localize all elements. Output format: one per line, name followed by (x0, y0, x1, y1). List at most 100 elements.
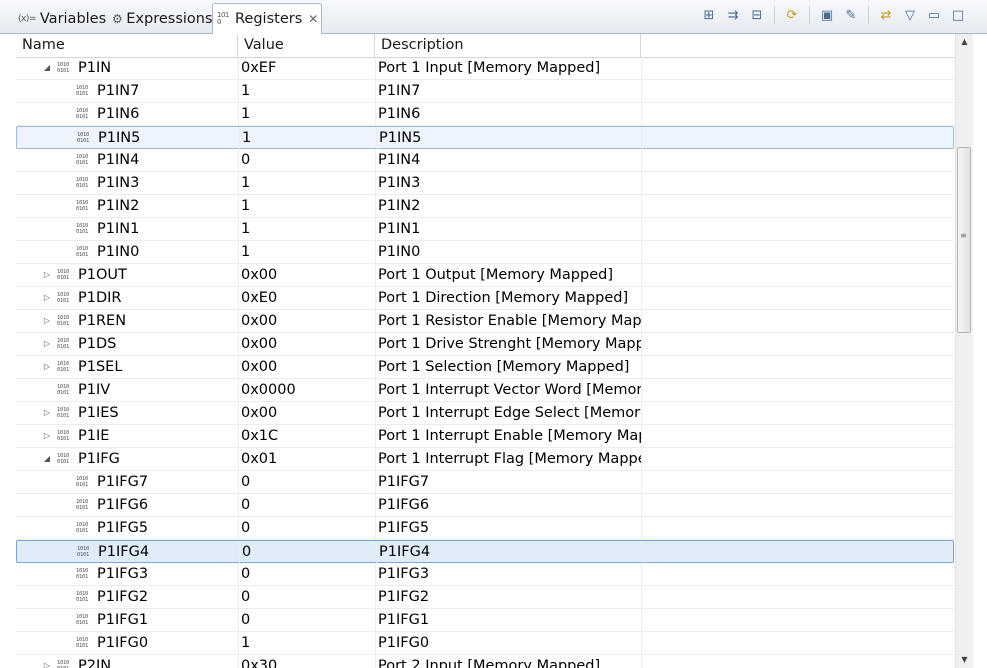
table-row[interactable]: 1010 0101 P1IN6 1 P1IN6 (16, 103, 954, 126)
name-cell: ▷ 1010 0101 P1REN (16, 310, 238, 332)
value-cell[interactable]: 0x00 (238, 264, 375, 286)
value-cell[interactable]: 0x00 (238, 402, 375, 424)
value-cell[interactable]: 0x00 (238, 310, 375, 332)
table-row[interactable]: 1010 0101 P1IFG3 0 P1IFG3 (16, 563, 954, 586)
table-row[interactable]: 1010 0101 P1IN2 1 P1IN2 (16, 195, 954, 218)
table-row[interactable]: ▷ 1010 0101 P1REN 0x00 Port 1 Resistor Enable… (16, 310, 954, 333)
add-group-icon[interactable]: ▣ (818, 6, 836, 24)
name-cell: 1010 0101 P1IFG2 (16, 586, 238, 608)
table-row[interactable]: ▷ 1010 0101 P1DS 0x00 Port 1 Drive Strenght [… (16, 333, 954, 356)
scroll-up-icon[interactable]: ▲ (956, 34, 973, 50)
value-cell[interactable]: 0xEF (238, 57, 375, 79)
registers-tree-table: Name Value Description ◢ 1010 0101 P1IN 0xEF… (16, 34, 956, 668)
value-cell[interactable]: 0 (238, 494, 375, 516)
register-name: P1SEL (78, 359, 123, 375)
value-cell[interactable]: 0 (238, 563, 375, 585)
value-cell[interactable]: 1 (238, 195, 375, 217)
table-row[interactable]: ◢ 1010 0101 P1IN 0xEF Port 1 Input [Memory Ma… (16, 57, 954, 80)
value-cell[interactable]: 0x0000 (238, 379, 375, 401)
value-cell[interactable]: 1 (238, 632, 375, 654)
value-cell[interactable]: 0 (238, 517, 375, 539)
name-cell: 1010 0101 P1IN6 (16, 103, 238, 125)
collapsed-arrow-icon[interactable]: ▷ (42, 264, 52, 286)
table-row[interactable]: 1010 0101 P1IFG5 0 P1IFG5 (16, 517, 954, 540)
value-cell[interactable]: 0 (238, 471, 375, 493)
value-cell[interactable]: 0 (238, 149, 375, 171)
table-row[interactable]: ▷ 1010 0101 P1OUT 0x00 Port 1 Output [Memory … (16, 264, 954, 287)
collapsed-arrow-icon[interactable]: ▷ (42, 310, 52, 332)
collapsed-arrow-icon[interactable]: ▷ (42, 655, 52, 668)
table-row[interactable]: 1010 0101 P1IN5 1 P1IN5 (16, 126, 954, 149)
table-row[interactable]: ▷ 10100101 P2IN 0x30Port 2 Input [Memory Ma… (16, 655, 954, 668)
table-row[interactable]: 1010 0101 P1IFG1 0 P1IFG1 (16, 609, 954, 632)
tab-expressions[interactable]: ⚙ Expressions (108, 4, 213, 33)
table-row[interactable]: ▷ 1010 0101 P1IES 0x00 Port 1 Interrupt Edge … (16, 402, 954, 425)
table-row[interactable]: 1010 0101 P1IN7 1 P1IN7 (16, 80, 954, 103)
table-row[interactable]: ▷ 1010 0101 P1DIR 0xE0 Port 1 Direction [Memo… (16, 287, 954, 310)
table-row[interactable]: 1010 0101 P1IN0 1 P1IN0 (16, 241, 954, 264)
table-row[interactable]: 1010 0101 P1IN1 1 P1IN1 (16, 218, 954, 241)
collapsed-arrow-icon[interactable]: ▷ (42, 333, 52, 355)
expanded-arrow-icon[interactable]: ◢ (42, 448, 52, 470)
table-row[interactable]: ◢ 1010 0101 P1IFG 0x01 Port 1 Interrupt Flag … (16, 448, 954, 471)
value-cell[interactable]: 0x00 (238, 356, 375, 378)
table-row[interactable]: 1010 0101 P1IFG0 1 P1IFG0 (16, 632, 954, 655)
close-tab-icon[interactable]: ✕ (308, 12, 318, 26)
value-cell[interactable]: 1 (238, 218, 375, 240)
show-register-icon[interactable]: ⇉ (724, 6, 742, 24)
collapsed-arrow-icon[interactable]: ▷ (42, 356, 52, 378)
value-cell[interactable]: 0x01 (238, 448, 375, 470)
tab-variables-label: Variables (39, 10, 107, 27)
value-cell[interactable]: 0 (238, 586, 375, 608)
table-row[interactable]: 1010 0101 P1IFG4 0 P1IFG4 (16, 540, 954, 563)
empty-cell (641, 632, 954, 654)
column-header-value[interactable]: Value (238, 34, 375, 57)
column-header-description[interactable]: Description (375, 34, 641, 57)
collapsed-arrow-icon[interactable]: ▷ (42, 287, 52, 309)
edit-group-icon[interactable]: ✎ (842, 6, 860, 24)
register-icon: 10100101 (57, 453, 70, 465)
refresh-icon[interactable]: ⟳ (783, 6, 801, 24)
table-row[interactable]: 1010 0101 P1IV 0x0000 Port 1 Interrupt Vecto… (16, 379, 954, 402)
table-row[interactable]: 1010 0101 P1IFG6 0 P1IFG6 (16, 494, 954, 517)
column-header-name[interactable]: Name (16, 34, 238, 57)
scrollbar-thumb[interactable] (957, 147, 971, 333)
scroll-down-icon[interactable]: ▼ (956, 652, 973, 668)
tab-variables[interactable]: (x)= Variables (14, 4, 106, 33)
empty-cell (641, 195, 954, 217)
register-name: P1IFG7 (97, 474, 149, 490)
value-cell[interactable]: 1 (238, 172, 375, 194)
expanded-arrow-icon[interactable]: ◢ (42, 57, 52, 79)
name-cell: ◢ 1010 0101 P1IFG (16, 448, 238, 470)
value-cell[interactable]: 0xE0 (238, 287, 375, 309)
value-cell[interactable]: 1 (239, 127, 376, 149)
sync-icon[interactable]: ⇄ (877, 6, 895, 24)
value-cell[interactable]: 1 (238, 103, 375, 125)
value-cell[interactable]: 0x00 (238, 333, 375, 355)
value-cell[interactable]: 0x30 (238, 655, 375, 668)
new-register-group-icon[interactable]: ⊞ (700, 6, 718, 24)
table-row[interactable]: 1010 0101 P1IFG2 0 P1IFG2 (16, 586, 954, 609)
value-cell[interactable]: 0 (239, 541, 376, 563)
scrollbar-grip-icon: ≡ (960, 231, 967, 240)
table-row[interactable]: ▷ 1010 0101 P1SEL 0x00 Port 1 Selection [Memo… (16, 356, 954, 379)
value-cell[interactable]: 1 (238, 80, 375, 102)
empty-cell (641, 241, 954, 263)
minimize-icon[interactable]: ▭ (925, 6, 943, 24)
table-row[interactable]: 1010 0101 P1IN4 0 P1IN4 (16, 149, 954, 172)
maximize-icon[interactable]: □ (949, 6, 967, 24)
collapsed-arrow-icon[interactable]: ▷ (42, 402, 52, 424)
vertical-scrollbar[interactable]: ▲ ≡ ▼ (955, 34, 973, 668)
description-cell: Port 1 Interrupt Edge Select [Memory ... (375, 402, 641, 424)
table-row[interactable]: 1010 0101 P1IFG7 0 P1IFG7 (16, 471, 954, 494)
description-cell: Port 1 Direction [Memory Mapped] (375, 287, 641, 309)
tab-registers[interactable]: 1010 Registers ✕ (212, 3, 322, 34)
value-cell[interactable]: 1 (238, 241, 375, 263)
table-row[interactable]: 1010 0101 P1IN3 1 P1IN3 (16, 172, 954, 195)
view-menu-icon[interactable]: ▽ (901, 6, 919, 24)
value-cell[interactable]: 0x1C (238, 425, 375, 447)
table-row[interactable]: ▷ 1010 0101 P1IE 0x1C Port 1 Interrupt Enable… (16, 425, 954, 448)
collapse-all-icon[interactable]: ⊟ (748, 6, 766, 24)
collapsed-arrow-icon[interactable]: ▷ (42, 425, 52, 447)
value-cell[interactable]: 0 (238, 609, 375, 631)
